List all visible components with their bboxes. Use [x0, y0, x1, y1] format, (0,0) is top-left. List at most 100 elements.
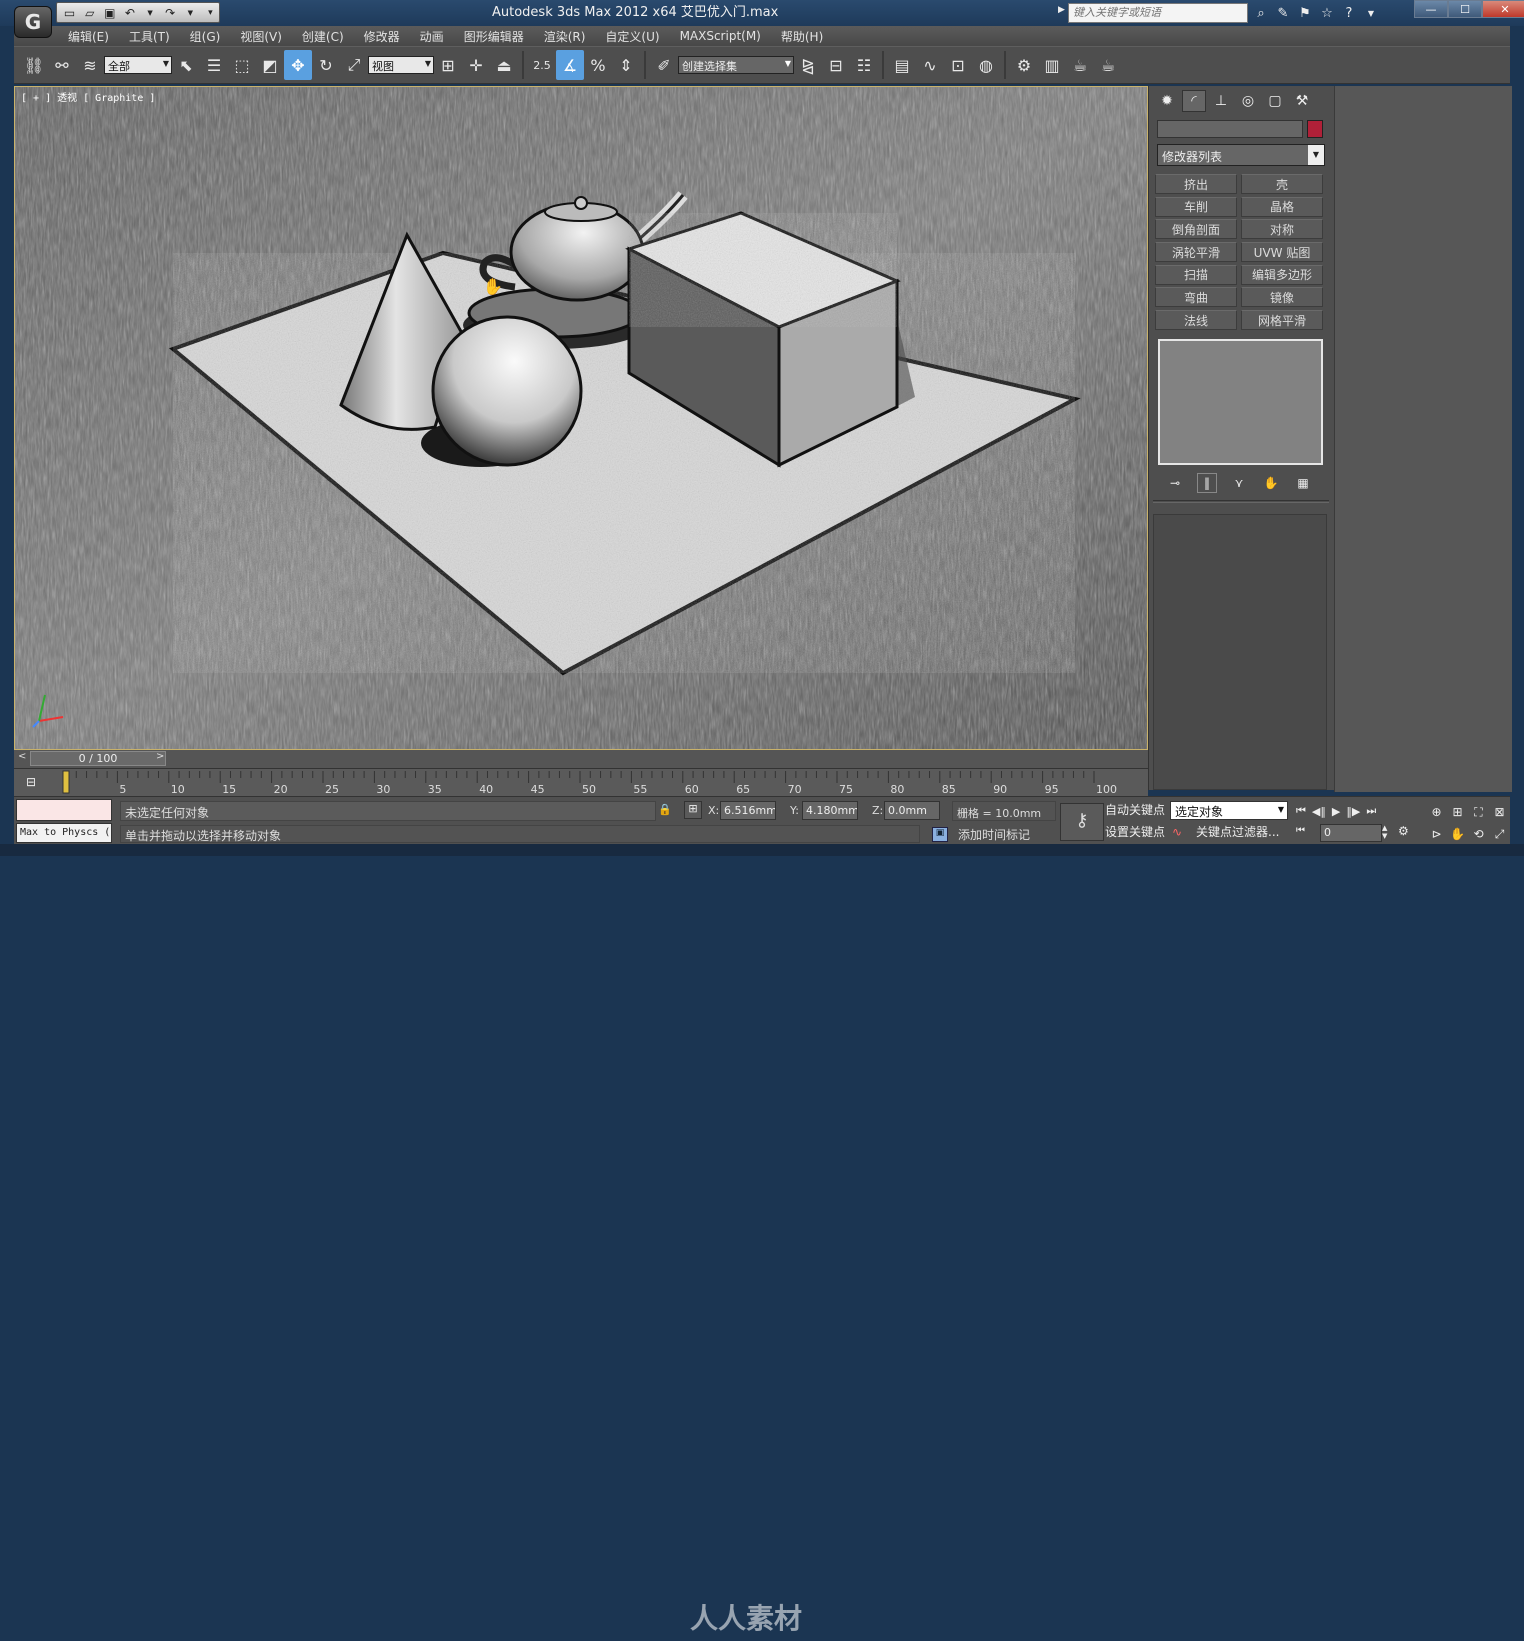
menu-help[interactable]: 帮助(H)	[781, 28, 823, 45]
render-production-icon[interactable]: ☕	[1066, 50, 1094, 80]
link-icon[interactable]: ⛓	[20, 50, 48, 80]
pin-stack-icon[interactable]: ⊸	[1165, 473, 1185, 493]
customize-qa-icon[interactable]: ▾	[202, 5, 219, 21]
show-end-result-icon[interactable]: ‖	[1197, 473, 1217, 493]
layer-manager-icon[interactable]: ☷	[850, 50, 878, 80]
pivot-center-icon[interactable]: ⊞	[434, 50, 462, 80]
redo-dropdown-icon[interactable]: ▼	[182, 5, 199, 21]
modifier-button[interactable]: 壳	[1241, 174, 1323, 194]
menu-edit[interactable]: 编辑(E)	[68, 28, 109, 45]
zoom-extents-all-icon[interactable]: ⊠	[1489, 801, 1510, 823]
close-button[interactable]: ✕	[1482, 0, 1524, 18]
time-slider-thumb[interactable]: 0 / 100	[30, 751, 166, 766]
add-time-tag-button[interactable]: 添加时间标记	[952, 825, 1056, 843]
remove-modifier-icon[interactable]: ✋	[1261, 473, 1281, 493]
time-tag-icon[interactable]: ▣	[932, 827, 948, 842]
save-file-icon[interactable]: ▣	[101, 5, 118, 21]
modifier-button[interactable]: 网格平滑	[1241, 310, 1323, 331]
modifier-list-dropdown[interactable]: 修改器列表 ▼	[1157, 144, 1325, 166]
key-mode-toggle-icon[interactable]: ⏮	[1296, 825, 1316, 843]
modifier-button[interactable]: 法线	[1155, 310, 1237, 331]
utilities-tab-icon[interactable]: ⚒	[1290, 90, 1314, 112]
schematic-view-icon[interactable]: ⊡	[944, 50, 972, 80]
select-and-rotate-icon[interactable]: ↻	[312, 50, 340, 80]
undo-dropdown-icon[interactable]: ▼	[142, 5, 159, 21]
x-coord-field[interactable]: 6.516mm	[720, 801, 776, 820]
frame-spinner-icon[interactable]: ▲ ▼	[1382, 824, 1392, 842]
track-bar[interactable]: ⊟ 5 10 15 20 25 30 35 40 45 50 55 60 65 70 75 80 85 90 95 1…	[14, 768, 1148, 796]
menu-graph-editors[interactable]: 图形编辑器	[464, 28, 524, 45]
sphere[interactable]	[431, 315, 583, 467]
render-iterative-icon[interactable]: ☕	[1094, 50, 1122, 80]
communication-icon[interactable]: ⚑	[1296, 4, 1314, 22]
current-frame-field[interactable]: 0	[1320, 824, 1382, 842]
favorites-star-icon[interactable]: ☆	[1318, 4, 1336, 22]
time-slider-next-icon[interactable]: >	[156, 751, 170, 766]
previous-frame-icon[interactable]: ◀‖	[1312, 805, 1326, 818]
keyboard-shortcut-override-icon[interactable]: ⏏	[490, 50, 518, 80]
subscription-icon[interactable]: ✎	[1274, 4, 1292, 22]
modifier-button[interactable]: 弯曲	[1155, 287, 1237, 308]
modifier-button[interactable]: 镜像	[1241, 287, 1323, 308]
orbit-icon[interactable]: ⟲	[1468, 823, 1489, 845]
selection-lock-icon[interactable]: 🔒	[658, 803, 672, 819]
time-slider[interactable]: < 0 / 100 >	[14, 750, 1148, 768]
new-file-icon[interactable]: ▭	[61, 5, 78, 21]
render-setup-icon[interactable]: ⚙	[1010, 50, 1038, 80]
go-to-end-icon[interactable]: ⏭	[1366, 804, 1376, 818]
zoom-all-icon[interactable]: ⊞	[1447, 801, 1468, 823]
display-tab-icon[interactable]: ▢	[1263, 90, 1287, 112]
menu-maxscript[interactable]: MAXScript(M)	[680, 29, 761, 43]
hierarchy-tab-icon[interactable]: ⊥	[1209, 90, 1233, 112]
unlink-icon[interactable]: ⚯	[48, 50, 76, 80]
go-to-start-icon[interactable]: ⏮	[1296, 804, 1306, 818]
modifier-button[interactable]: 对称	[1241, 219, 1323, 240]
select-and-scale-icon[interactable]: ⤢	[340, 50, 368, 80]
make-unique-icon[interactable]: ⋎	[1229, 473, 1249, 493]
help-icon[interactable]: ?	[1340, 4, 1358, 22]
select-and-move-icon[interactable]: ✥	[284, 50, 312, 80]
modifier-button[interactable]: 涡轮平滑	[1155, 242, 1237, 263]
object-name-field[interactable]	[1157, 120, 1303, 138]
zoom-extents-icon[interactable]: ⛶	[1468, 801, 1489, 823]
infocenter-search-input[interactable]	[1068, 3, 1248, 23]
set-key-icon[interactable]: ⚷	[1060, 803, 1104, 841]
modify-tab-icon[interactable]: ◜	[1182, 90, 1206, 112]
menu-group[interactable]: 组(G)	[190, 28, 221, 45]
modifier-button[interactable]: 倒角剖面	[1155, 219, 1237, 240]
key-selection-dropdown[interactable]: 选定对象	[1170, 801, 1288, 820]
z-coord-field[interactable]: 0.0mm	[884, 801, 940, 820]
auto-key-button[interactable]: 自动关键点	[1104, 801, 1166, 821]
percent-snap-icon[interactable]: %	[584, 50, 612, 80]
selection-filter-dropdown[interactable]: 全部	[104, 56, 172, 74]
modifier-button[interactable]: 扫描	[1155, 264, 1237, 285]
redo-icon[interactable]: ↷	[162, 5, 179, 21]
motion-tab-icon[interactable]: ◎	[1236, 90, 1260, 112]
mirror-icon[interactable]: ⧎	[794, 50, 822, 80]
viewport-label[interactable]: [ + ] 透视 [ Graphite ]	[21, 89, 155, 104]
time-configuration-icon[interactable]: ⚙	[1398, 824, 1418, 842]
select-manipulate-icon[interactable]: ✛	[462, 50, 490, 80]
pan-view-icon[interactable]: ✋	[1447, 823, 1468, 845]
bind-space-warp-icon[interactable]: ≋	[76, 50, 104, 80]
binoculars-icon[interactable]: ⌕	[1252, 4, 1270, 22]
current-frame-marker[interactable]	[62, 770, 70, 794]
align-icon[interactable]: ⊟	[822, 50, 850, 80]
menu-create[interactable]: 创建(C)	[302, 28, 344, 45]
play-icon[interactable]: ▶	[1332, 805, 1340, 818]
menu-tools[interactable]: 工具(T)	[129, 28, 170, 45]
absolute-mode-icon[interactable]: ⊞	[684, 801, 702, 819]
spinner-snap-icon[interactable]: ⇕	[612, 50, 640, 80]
zoom-icon[interactable]: ⊕	[1426, 801, 1447, 823]
curve-editor-icon[interactable]: ∿	[916, 50, 944, 80]
modifier-button[interactable]: 挤出	[1155, 174, 1237, 194]
open-file-icon[interactable]: ▱	[81, 5, 98, 21]
select-object-icon[interactable]: ⬉	[172, 50, 200, 80]
menu-modifiers[interactable]: 修改器	[364, 28, 400, 45]
undo-icon[interactable]: ↶	[121, 5, 138, 21]
named-selection-set-dropdown[interactable]: 创建选择集	[678, 56, 794, 74]
field-of-view-icon[interactable]: ⊳	[1426, 823, 1447, 845]
rendered-frame-window-icon[interactable]: ▥	[1038, 50, 1066, 80]
maximize-button[interactable]: ☐	[1448, 0, 1482, 18]
edit-named-selection-icon[interactable]: ✐	[650, 50, 678, 80]
